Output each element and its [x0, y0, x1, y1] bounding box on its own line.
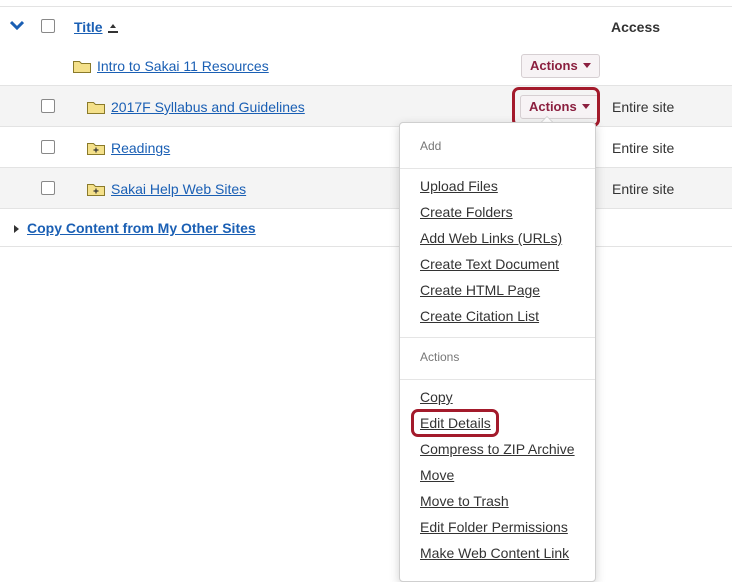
highlight-callout	[512, 87, 600, 127]
folder-plus-icon[interactable]	[87, 182, 105, 196]
menu-item-upload-files[interactable]: Upload Files	[420, 178, 498, 194]
caret-down-icon	[582, 63, 591, 68]
table-row: 2017F Syllabus and Guidelines Actions En…	[0, 86, 732, 127]
table-header: Title Access	[0, 6, 732, 46]
menu-item-add-web-links[interactable]: Add Web Links (URLs)	[420, 230, 562, 246]
menu-heading-actions: Actions	[420, 350, 460, 364]
actions-label: Actions	[530, 58, 578, 73]
menu-item-move[interactable]: Move	[420, 467, 454, 483]
chevron-down-icon[interactable]	[10, 20, 24, 30]
menu-item-copy[interactable]: Copy	[420, 389, 453, 405]
folder-link[interactable]: 2017F Syllabus and Guidelines	[111, 99, 305, 115]
menu-item-make-web-content-link[interactable]: Make Web Content Link	[420, 545, 569, 561]
table-row: Intro to Sakai 11 Resources Actions	[0, 45, 732, 86]
menu-item-move-to-trash[interactable]: Move to Trash	[420, 493, 509, 509]
menu-divider	[400, 168, 595, 169]
select-all-checkbox[interactable]	[41, 19, 55, 33]
table-row: Readings Entire site	[0, 127, 732, 168]
menu-item-create-folders[interactable]: Create Folders	[420, 204, 513, 220]
actions-dropdown-menu: Add Upload Files Create Folders Add Web …	[399, 122, 596, 582]
menu-heading-add: Add	[420, 139, 442, 153]
menu-item-create-text-document[interactable]: Create Text Document	[420, 256, 559, 272]
expand-triangle-icon[interactable]	[14, 225, 19, 233]
access-value: Entire site	[612, 140, 675, 156]
menu-item-create-html-page[interactable]: Create HTML Page	[420, 282, 540, 298]
table-row: Sakai Help Web Sites Entire site	[0, 168, 732, 209]
access-value: Entire site	[612, 181, 675, 197]
row-checkbox[interactable]	[41, 99, 55, 113]
folder-link[interactable]: Intro to Sakai 11 Resources	[97, 58, 269, 74]
copy-content-link[interactable]: Copy Content from My Other Sites	[27, 220, 256, 236]
menu-divider	[400, 379, 595, 380]
menu-item-create-citation-list[interactable]: Create Citation List	[420, 308, 539, 324]
access-value: Entire site	[612, 99, 675, 115]
actions-button[interactable]: Actions	[521, 54, 600, 78]
menu-item-edit-folder-permissions[interactable]: Edit Folder Permissions	[420, 519, 568, 535]
menu-item-compress-zip[interactable]: Compress to ZIP Archive	[420, 441, 575, 457]
highlight-callout	[411, 409, 499, 437]
menu-divider	[400, 337, 595, 338]
title-sort-link[interactable]: Title	[74, 19, 103, 35]
folder-link[interactable]: Readings	[111, 140, 170, 156]
access-column-header: Access	[611, 19, 661, 35]
folder-icon	[87, 102, 105, 114]
sort-ascending-icon	[108, 24, 118, 33]
folder-link[interactable]: Sakai Help Web Sites	[111, 181, 246, 197]
row-checkbox[interactable]	[41, 140, 55, 154]
folder-plus-icon[interactable]	[87, 141, 105, 155]
row-checkbox[interactable]	[41, 181, 55, 195]
folder-icon	[73, 61, 91, 73]
